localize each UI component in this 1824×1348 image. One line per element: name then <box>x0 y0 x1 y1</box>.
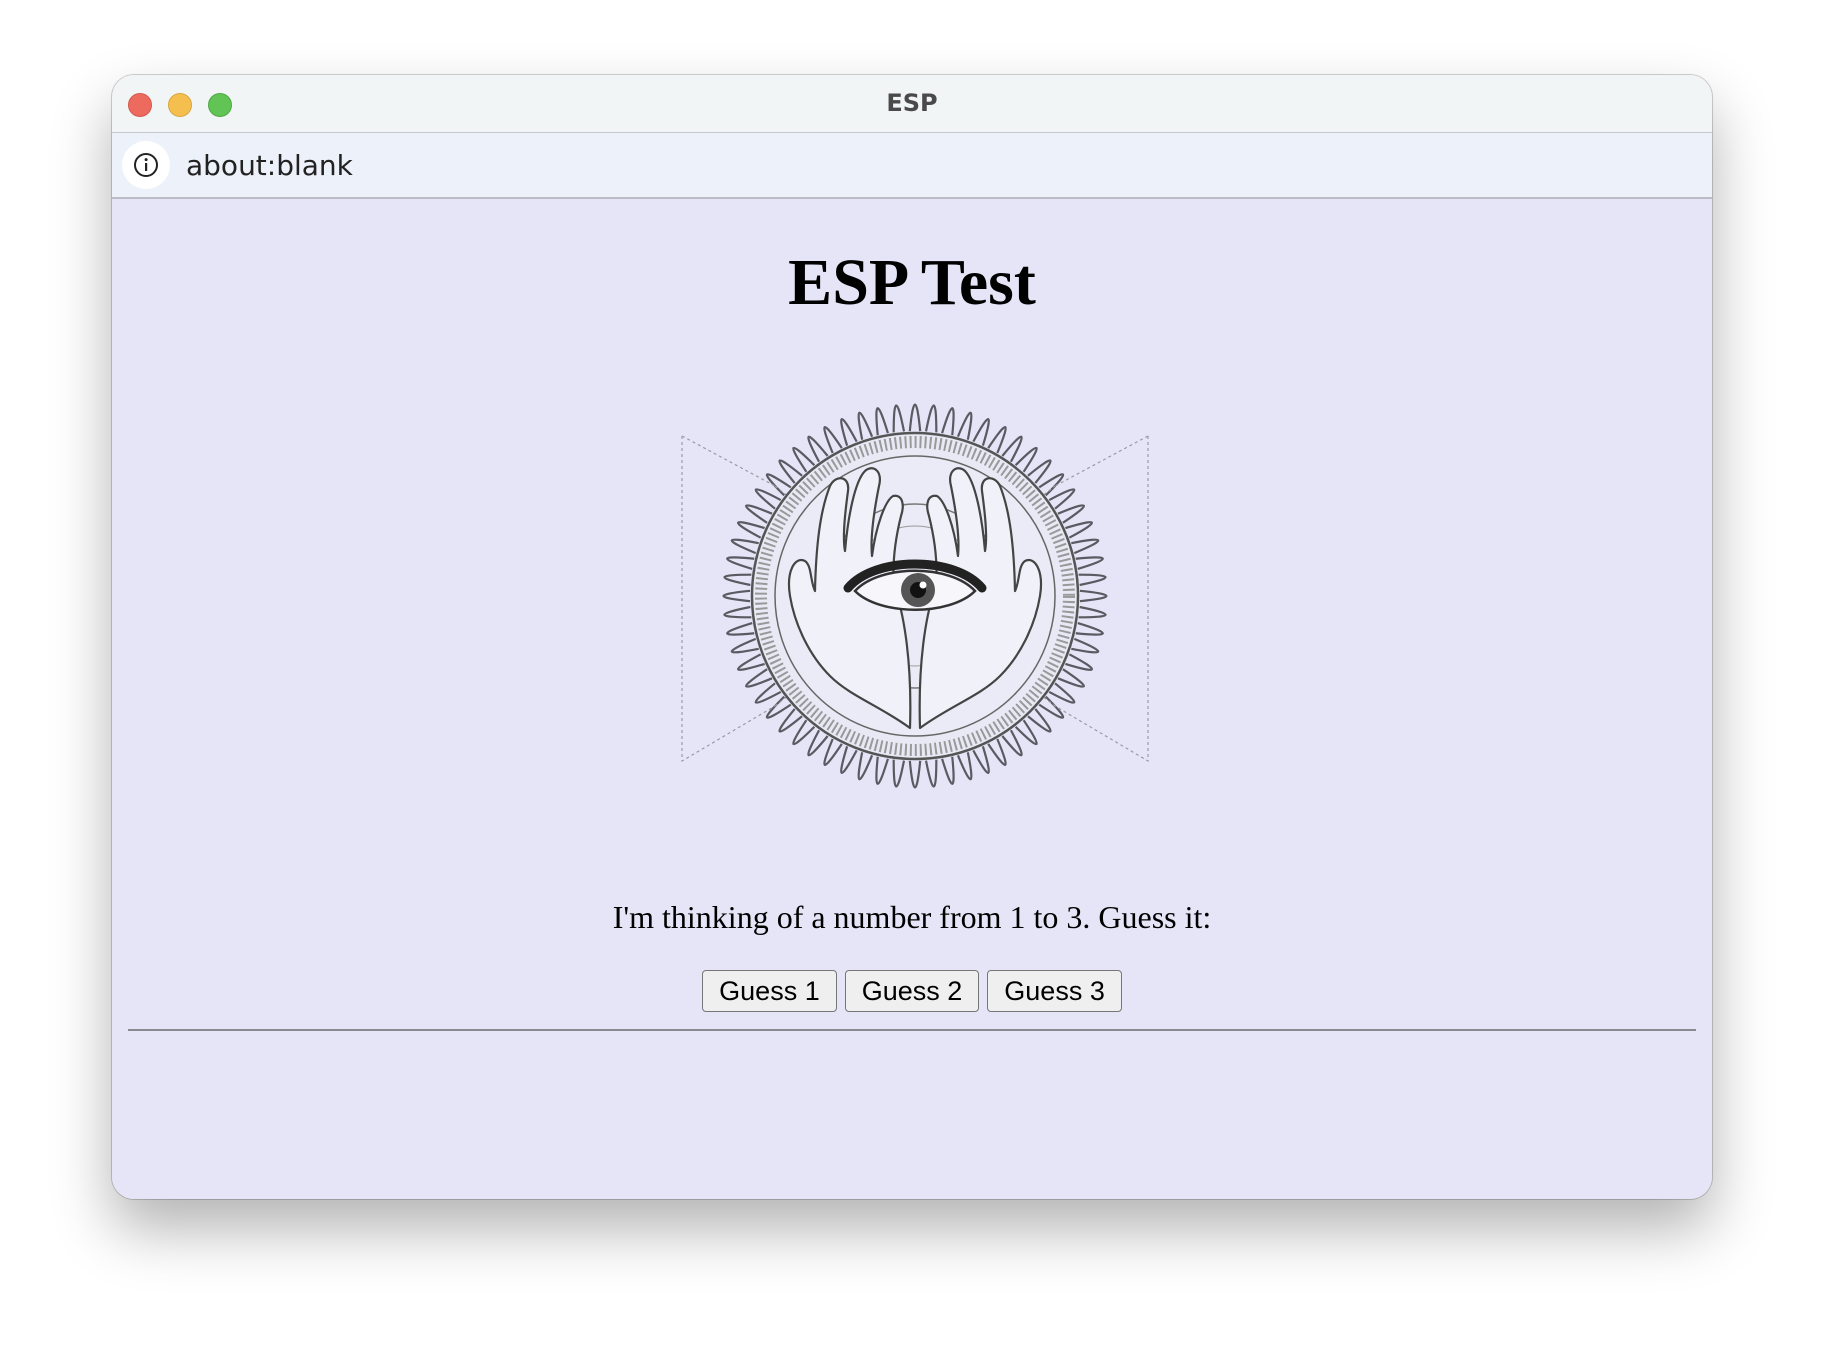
sunburst-ray <box>792 446 816 473</box>
horizontal-rule <box>128 1029 1696 1031</box>
sunburst-ray <box>807 435 829 463</box>
sunburst-ray <box>1001 435 1023 463</box>
sunburst-ray <box>908 403 922 432</box>
address-bar: about:blank <box>112 133 1712 199</box>
sunburst-ray <box>1014 446 1038 473</box>
sunburst-ray <box>1001 729 1023 757</box>
sunburst-ray <box>1065 521 1093 539</box>
title-bar: ESP <box>112 75 1712 133</box>
sunburst-ray <box>857 752 874 781</box>
sunburst-ray <box>924 404 938 433</box>
url-field[interactable]: about:blank <box>186 149 353 182</box>
sunburst-ray <box>1014 719 1038 746</box>
sunburst-ray <box>723 573 752 587</box>
sunburst-ray <box>778 708 803 733</box>
sunburst-ray <box>823 426 843 454</box>
sunburst-ray <box>1027 459 1052 484</box>
sunburst-ray <box>765 473 792 497</box>
sunburst-ray <box>745 504 773 524</box>
sunburst-ray <box>875 407 889 436</box>
sunburst-ray <box>1071 637 1100 654</box>
sunburst-ray <box>924 759 938 788</box>
sunburst-ray <box>765 695 792 719</box>
sunburst-ray <box>956 411 973 440</box>
sunburst-ray <box>722 589 751 603</box>
sunburst-ray <box>1078 573 1107 587</box>
sunburst-ray <box>875 756 889 785</box>
sunburst-ray <box>972 746 990 774</box>
site-info-button[interactable] <box>122 141 170 189</box>
page-title: ESP Test <box>788 246 1036 319</box>
guess-2-button[interactable]: Guess 2 <box>844 970 980 1012</box>
sunburst-ray <box>908 760 922 789</box>
sunburst-ray <box>730 637 759 654</box>
sunburst-ray <box>745 668 773 688</box>
eye-in-hands-emblem <box>681 403 1149 789</box>
sunburst-ray <box>892 404 906 433</box>
sunburst-ray <box>1038 695 1065 719</box>
sunburst-ray <box>723 605 752 619</box>
sunburst-ray <box>987 738 1007 766</box>
sunburst-ray <box>726 622 755 636</box>
sunburst-ray <box>730 538 759 555</box>
sunburst-ray <box>1057 668 1085 688</box>
sunburst-ray <box>857 411 874 440</box>
guess-1-button[interactable]: Guess 1 <box>702 970 837 1012</box>
guess-3-button[interactable]: Guess 3 <box>987 970 1122 1012</box>
sunburst-ray <box>941 756 955 785</box>
sunburst-ray <box>737 653 765 671</box>
sunburst-ray <box>1048 682 1076 704</box>
sunburst-ray <box>737 521 765 539</box>
sunburst-ray <box>754 682 782 704</box>
sunburst-ray <box>807 729 829 757</box>
sunburst-ray <box>823 738 843 766</box>
sunburst-ray <box>1048 488 1076 510</box>
sunburst-ray <box>1071 538 1100 555</box>
sunburst-ray <box>1075 622 1104 636</box>
sunburst-ray <box>1038 473 1065 497</box>
sunburst-ray <box>1057 504 1085 524</box>
sunburst-ray <box>956 752 973 781</box>
sunburst-ray <box>1027 708 1052 733</box>
sunburst-ray <box>1075 556 1104 570</box>
sunburst-ray <box>972 418 990 446</box>
info-circle-icon <box>134 153 158 177</box>
sunburst-ray <box>987 426 1007 454</box>
sunburst-ray <box>892 759 906 788</box>
sunburst-ray <box>792 719 816 746</box>
sunburst-ray <box>1079 589 1108 603</box>
sunburst-ray <box>1065 653 1093 671</box>
page-content: ESP Test I'm thinking of a number from 1… <box>112 199 1712 1199</box>
sunburst-ray <box>840 418 858 446</box>
sunburst-ray <box>778 459 803 484</box>
guess-buttons: Guess 1 Guess 2 Guess 3 <box>112 970 1712 1012</box>
window-title: ESP <box>886 89 938 117</box>
sunburst-ray <box>726 556 755 570</box>
browser-window: ESP about:blank ESP Test I'm thinking of… <box>112 75 1712 1199</box>
sunburst-ray <box>840 746 858 774</box>
sunburst-ray <box>941 407 955 436</box>
sunburst-ray <box>754 488 782 510</box>
sunburst-ray <box>1078 605 1107 619</box>
prompt-text: I'm thinking of a number from 1 to 3. Gu… <box>612 899 1212 935</box>
